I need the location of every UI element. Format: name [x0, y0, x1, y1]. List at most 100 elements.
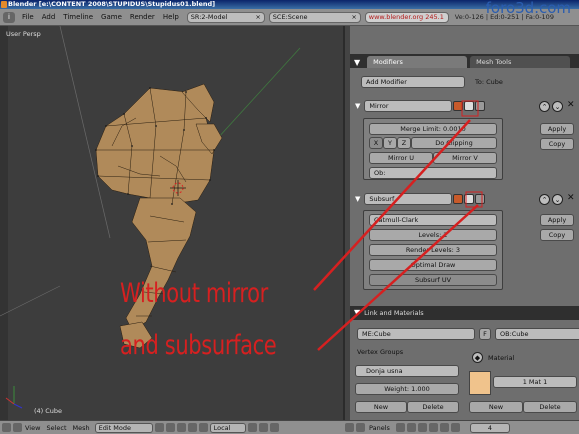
- manipulator-icon[interactable]: [187, 423, 197, 432]
- mirror-name-field[interactable]: Mirror: [364, 100, 453, 112]
- subsurf-copy-button[interactable]: Copy: [540, 229, 574, 241]
- mirror-copy-button[interactable]: Copy: [540, 138, 574, 150]
- move-up-icon[interactable]: ⌃: [539, 101, 550, 112]
- panel-tabs: ▼ Modifiers Mesh Tools: [350, 54, 579, 68]
- collapse-triangle-icon[interactable]: ▼: [354, 58, 360, 67]
- move-down-icon[interactable]: ⌄: [552, 194, 563, 205]
- subsurf-uv-toggle[interactable]: Subsurf UV: [369, 274, 497, 286]
- screen-name: SR:2-Model: [190, 13, 228, 21]
- link-materials-header[interactable]: ▼ Link and Materials: [350, 306, 579, 320]
- menu-select[interactable]: Select: [43, 424, 69, 432]
- vertex-select-icon[interactable]: [247, 423, 257, 432]
- mesh-datablock-field[interactable]: ME:Cube: [357, 328, 475, 340]
- render-toggle-icon[interactable]: [453, 101, 464, 111]
- collapse-triangle-icon[interactable]: ▼: [354, 308, 360, 317]
- editor-type-icon[interactable]: [2, 423, 11, 432]
- vertex-group-selector[interactable]: Donja usna: [355, 365, 459, 377]
- collapse-icon[interactable]: [356, 423, 365, 432]
- close-icon[interactable]: ×: [348, 13, 356, 21]
- hand-icon[interactable]: [176, 423, 186, 432]
- face-select-icon[interactable]: [269, 423, 279, 432]
- optimal-draw-toggle[interactable]: Optimal Draw: [369, 259, 497, 271]
- page-number: 4: [487, 423, 492, 432]
- material-delete-button[interactable]: Delete: [523, 401, 577, 413]
- material-browse-icon[interactable]: ◆: [472, 352, 483, 363]
- levels-field[interactable]: Levels: 2: [369, 229, 497, 241]
- menu-file[interactable]: File: [18, 13, 38, 21]
- delete-modifier-icon[interactable]: ✕: [567, 100, 575, 110]
- page-stepper[interactable]: 4: [469, 422, 510, 433]
- menu-mesh[interactable]: Mesh: [70, 424, 93, 432]
- menu-render[interactable]: Render: [126, 13, 159, 21]
- do-clipping-toggle[interactable]: Do Clipping: [411, 137, 497, 149]
- move-down-icon[interactable]: ⌄: [552, 101, 563, 112]
- mode-selector[interactable]: Edit Mode: [94, 422, 153, 433]
- vgroup-delete-button[interactable]: Delete: [407, 401, 459, 413]
- rotate-icon[interactable]: [198, 423, 208, 432]
- object-datablock-field[interactable]: OB:Cube: [495, 328, 579, 340]
- editing-context-icon[interactable]: [439, 423, 449, 432]
- move-up-icon[interactable]: ⌃: [539, 194, 550, 205]
- tab-modifiers[interactable]: Modifiers: [367, 56, 468, 68]
- material-label: Material: [488, 354, 515, 362]
- editor-type-icon[interactable]: [345, 423, 354, 432]
- pivot-icon[interactable]: [165, 423, 175, 432]
- expand-triangle-icon[interactable]: ▼: [355, 195, 360, 203]
- subsurf-type-dropdown[interactable]: Catmull-Clark: [369, 214, 497, 226]
- axis-z-toggle[interactable]: Z: [397, 137, 411, 149]
- collapse-icon[interactable]: [13, 423, 22, 432]
- axis-x-toggle[interactable]: X: [369, 137, 383, 149]
- object-context-icon[interactable]: [428, 423, 438, 432]
- mirror-object-field[interactable]: Ob:: [369, 167, 497, 179]
- mirror-apply-button[interactable]: Apply: [540, 123, 574, 135]
- scene-name: SCE:Scene: [272, 13, 308, 21]
- mirror-v-toggle[interactable]: Mirror V: [433, 152, 497, 164]
- add-modifier-button[interactable]: Add Modifier: [361, 76, 465, 88]
- vertex-groups-label: Vertex Groups: [357, 348, 404, 356]
- panel-scrollbar[interactable]: [345, 26, 350, 420]
- vgroup-new-button[interactable]: New: [355, 401, 407, 413]
- cage-toggle-icon[interactable]: [475, 101, 486, 111]
- scene-selector[interactable]: SCE:Scene ×: [268, 11, 361, 23]
- close-icon[interactable]: ×: [252, 13, 260, 21]
- menu-help[interactable]: Help: [159, 13, 183, 21]
- tab-mesh-tools[interactable]: Mesh Tools: [470, 56, 571, 68]
- logic-icon[interactable]: [395, 423, 405, 432]
- shading-icon[interactable]: [154, 423, 164, 432]
- link-materials-title: Link and Materials: [364, 309, 424, 317]
- axis-gizmo-icon: [5, 386, 23, 409]
- delete-modifier-icon[interactable]: ✕: [567, 193, 575, 203]
- material-new-button[interactable]: New: [469, 401, 523, 413]
- render-toggle-icon[interactable]: [453, 194, 464, 204]
- grid-line: [0, 285, 61, 317]
- screen-selector[interactable]: SR:2-Model ×: [186, 11, 265, 23]
- editmode-toggle-icon[interactable]: [464, 194, 475, 204]
- menu-timeline[interactable]: Timeline: [59, 13, 97, 21]
- merge-limit-field[interactable]: Merge Limit: 0.0010: [369, 123, 497, 135]
- shading-context-icon[interactable]: [417, 423, 427, 432]
- weight-field[interactable]: Weight: 1.000: [355, 383, 459, 395]
- render-levels-field[interactable]: Render Levels: 3: [369, 244, 497, 256]
- fake-user-toggle[interactable]: F: [479, 328, 491, 340]
- info-icon[interactable]: i: [3, 11, 15, 23]
- panels-menu[interactable]: Panels: [365, 424, 394, 432]
- expand-triangle-icon[interactable]: ▼: [355, 102, 360, 110]
- orientation-selector[interactable]: Local: [209, 422, 246, 433]
- editmode-toggle-icon[interactable]: [464, 101, 475, 111]
- subsurf-apply-button[interactable]: Apply: [540, 214, 574, 226]
- edge-select-icon[interactable]: [258, 423, 268, 432]
- axis-y-toggle[interactable]: Y: [383, 137, 397, 149]
- panels-toolbar: Panels 4: [343, 420, 579, 434]
- scene-context-icon[interactable]: [450, 423, 460, 432]
- material-index-field[interactable]: 1 Mat 1: [493, 376, 577, 388]
- mirror-object-label: Ob:: [374, 169, 386, 177]
- subsurf-name-field[interactable]: Subsurf: [364, 193, 453, 205]
- menu-view[interactable]: View: [22, 424, 43, 432]
- cage-toggle-icon[interactable]: [475, 194, 486, 204]
- mirror-u-toggle[interactable]: Mirror U: [369, 152, 433, 164]
- menu-game[interactable]: Game: [97, 13, 126, 21]
- material-color-swatch[interactable]: [469, 371, 491, 395]
- script-icon[interactable]: [406, 423, 416, 432]
- menu-add[interactable]: Add: [38, 13, 60, 21]
- blender-url[interactable]: www.blender.org 245.1: [364, 11, 449, 23]
